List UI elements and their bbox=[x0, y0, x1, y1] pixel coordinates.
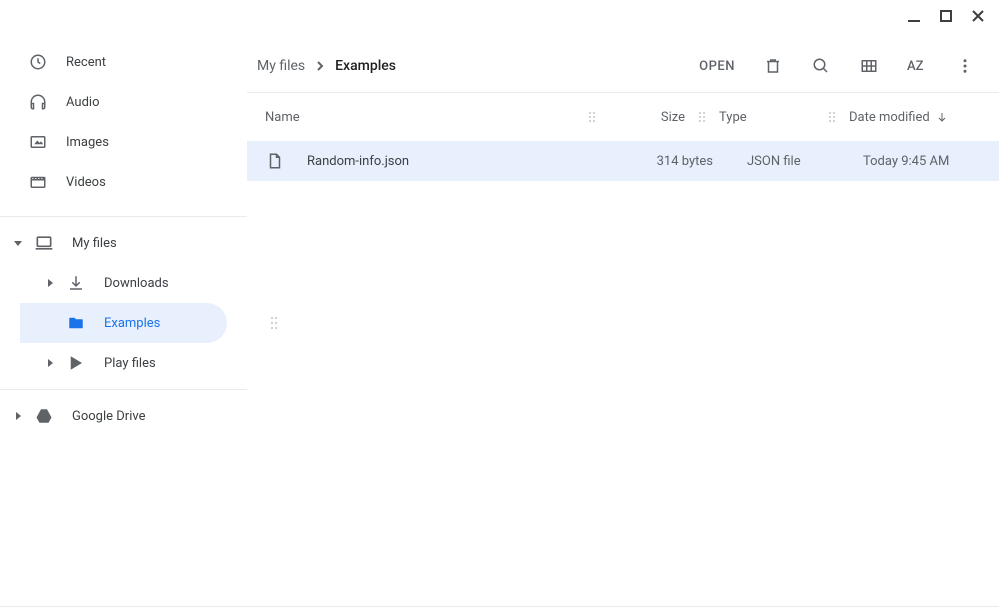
headphones-icon bbox=[28, 92, 48, 112]
arrow-down-icon bbox=[936, 111, 948, 123]
chevron-right-icon[interactable] bbox=[8, 411, 28, 421]
play-icon bbox=[66, 353, 86, 373]
search-button[interactable] bbox=[811, 56, 831, 76]
breadcrumb-current[interactable]: Examples bbox=[335, 58, 396, 74]
divider bbox=[0, 216, 247, 217]
column-header-row: Name Size Type Date modified bbox=[247, 93, 999, 141]
laptop-icon bbox=[34, 233, 54, 253]
sidebar-item-examples[interactable]: Examples bbox=[20, 303, 227, 343]
sidebar-item-label: Google Drive bbox=[72, 409, 145, 424]
sidebar-item-videos[interactable]: Videos bbox=[0, 162, 247, 202]
chevron-right-icon[interactable] bbox=[40, 358, 60, 368]
sidebar-item-label: Examples bbox=[104, 316, 160, 331]
image-icon bbox=[28, 132, 48, 152]
more-button[interactable] bbox=[955, 56, 975, 76]
video-icon bbox=[28, 172, 48, 192]
column-header-date[interactable]: Date modified bbox=[839, 110, 979, 125]
column-resize-handle[interactable] bbox=[825, 111, 839, 123]
chevron-down-icon[interactable] bbox=[8, 238, 28, 248]
sort-button[interactable]: AZ bbox=[907, 56, 927, 76]
column-resize-handle[interactable] bbox=[585, 111, 599, 123]
sidebar-item-myfiles[interactable]: My files bbox=[0, 223, 247, 263]
chevron-right-icon[interactable] bbox=[40, 278, 60, 288]
breadcrumb-root[interactable]: My files bbox=[257, 58, 305, 74]
open-button[interactable]: OPEN bbox=[699, 59, 735, 74]
clock-icon bbox=[28, 52, 48, 72]
toolbar: My files Examples OPEN AZ bbox=[247, 42, 999, 90]
column-header-type[interactable]: Type bbox=[709, 110, 825, 125]
file-size: 314 bytes bbox=[627, 154, 723, 169]
grid-view-button[interactable] bbox=[859, 56, 879, 76]
column-header-name[interactable]: Name bbox=[265, 110, 585, 125]
sidebar-item-label: Audio bbox=[66, 95, 99, 110]
file-date: Today 9:45 AM bbox=[839, 154, 979, 169]
divider bbox=[0, 389, 247, 390]
delete-button[interactable] bbox=[763, 56, 783, 76]
main-panel: My files Examples OPEN AZ bbox=[247, 0, 999, 605]
file-icon bbox=[265, 151, 285, 171]
sidebar-item-label: My files bbox=[72, 236, 117, 251]
file-name: Random-info.json bbox=[307, 154, 409, 169]
sidebar-item-playfiles[interactable]: Play files bbox=[20, 343, 247, 383]
chevron-right-icon bbox=[315, 61, 325, 71]
breadcrumb: My files Examples bbox=[257, 58, 695, 74]
file-type: JSON file bbox=[723, 154, 839, 169]
sidebar-item-recent[interactable]: Recent bbox=[0, 42, 247, 82]
sidebar-item-audio[interactable]: Audio bbox=[0, 82, 247, 122]
sidebar-item-downloads[interactable]: Downloads bbox=[20, 263, 247, 303]
sidebar-item-label: Downloads bbox=[104, 276, 169, 291]
svg-text:AZ: AZ bbox=[907, 59, 924, 74]
sidebar: Recent Audio Images Videos bbox=[0, 0, 247, 605]
column-header-date-label: Date modified bbox=[849, 110, 930, 125]
drive-icon bbox=[34, 406, 54, 426]
sidebar-item-label: Recent bbox=[66, 55, 106, 70]
sidebar-item-label: Images bbox=[66, 135, 109, 150]
folder-icon bbox=[66, 313, 86, 333]
column-resize-handle[interactable] bbox=[695, 111, 709, 123]
sidebar-item-label: Play files bbox=[104, 356, 156, 371]
sidebar-item-images[interactable]: Images bbox=[0, 122, 247, 162]
column-header-size[interactable]: Size bbox=[599, 110, 695, 125]
sidebar-item-gdrive[interactable]: Google Drive bbox=[0, 396, 247, 436]
file-row[interactable]: Random-info.json 314 bytes JSON file Tod… bbox=[247, 141, 999, 181]
download-icon bbox=[66, 273, 86, 293]
sidebar-item-label: Videos bbox=[66, 175, 106, 190]
